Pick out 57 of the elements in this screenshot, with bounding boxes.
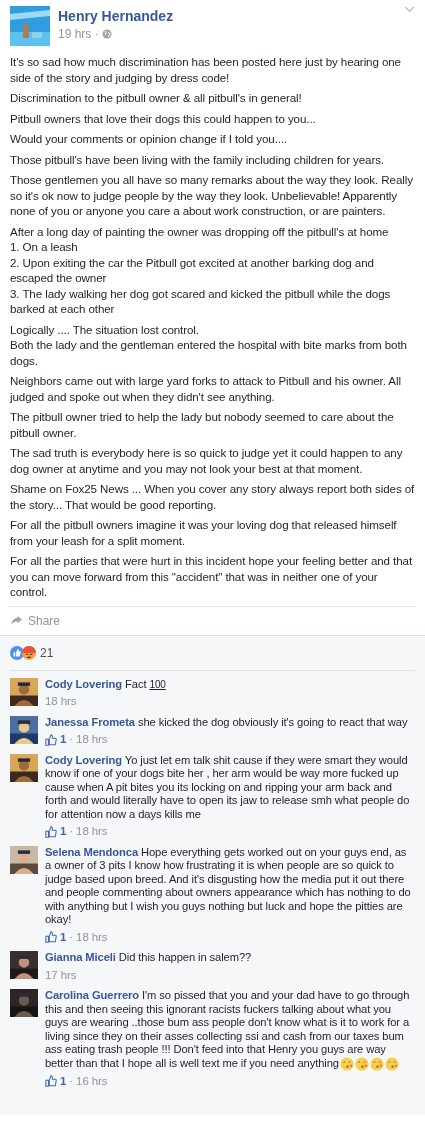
commenter-name[interactable]: Carolina Guerrero	[45, 989, 140, 1001]
post-text: Neighbors came out with large yard forks to attack to Pitbull and his owner. All judged and spoke out when they didn't see anything.	[10, 373, 402, 404]
post-text: Discrimination to the pitbull owner & all pitbull's in general!	[10, 90, 303, 106]
kissing-face-icon	[385, 1056, 399, 1071]
post-text: Shame on Fox25 News ... When you cover any story always report both sides of the story... That would be good reporting.	[10, 481, 415, 512]
post-text: 2. Upon exiting the car the Pitbull got excited at another barking dog and escaped the owner	[10, 254, 375, 286]
post-text: Logically .... The situation lost control.	[10, 321, 200, 337]
comment-text: Janessa Frometa she kicked the dog obviously it's going to react that way	[45, 715, 409, 729]
commenter-name[interactable]: Cody Lovering	[45, 677, 123, 690]
chevron-down-icon[interactable]	[404, 6, 415, 13]
kissing-face-icon	[340, 1056, 354, 1071]
post-time[interactable]: 19 hrs ·	[58, 26, 99, 42]
comment-text: Cody Lovering Yo just let em talk shit cause if they were smart they would know if one of your dogs bite her , her arm would be way more fucked up cause when A pit bites you its locking on and ripping your arm back and forth and would literally have to open its jaw to release smh what people do for attention now a days kills me	[45, 753, 411, 821]
globe-icon	[101, 29, 112, 39]
like-icon	[10, 645, 24, 660]
comment-text: Cody Lovering Fact 100	[45, 677, 167, 691]
comment-time[interactable]: · 18 hrs	[69, 930, 108, 944]
share-icon	[10, 615, 23, 626]
like-count[interactable]: 1	[60, 733, 67, 747]
commenter-name[interactable]: Janessa Frometa	[45, 715, 135, 728]
like-count[interactable]: 1	[60, 930, 67, 944]
post-text: 3. The lady walking her dog got scared and kicked the pitbull while the dogs barked at each other	[10, 285, 392, 317]
commenter-name[interactable]: Gianna Miceli	[45, 951, 116, 963]
thumbs-up-icon	[45, 825, 57, 838]
post-text: For all the parties that were hurt in this incident hope your feeling better and that you can move forward from this "accident" that was in neither one of your control.	[10, 553, 414, 600]
kissing-face-icon	[355, 1056, 369, 1071]
like-count[interactable]: 1	[60, 1074, 67, 1089]
thumbs-up-icon	[45, 733, 57, 746]
share-button[interactable]: Share	[10, 612, 61, 629]
comment-time[interactable]: 18 hrs	[45, 695, 77, 709]
post-text: Both the lady and the gentleman entered the hospital with bite marks from both dogs.	[10, 337, 408, 368]
post-text: For all the pitbull owners imagine it was your loving dog that released himself from your leash for a split moment.	[10, 517, 398, 548]
comment-time[interactable]: 17 hrs	[45, 968, 77, 982]
post-text: The pitbull owner tried to help the lady but nobody seemed to care about the pitbull owner.	[10, 409, 395, 440]
commenter-name[interactable]: Cody Lovering	[45, 753, 123, 766]
comment-text: Carolina Guerrero I'm so pissed that you and your dad have to go through this and then seeing this ignorant racists fuckers talking about what you guys are wearing ..those bum ass people don't know what is it to work for a living since they on their asses collecting ssi and cash from our taxes bum ass eating trash people !!! Don't feed into that Henry you guys are way better than that I hope all is well text me if you need anything	[45, 989, 411, 1071]
post-text: Pitbull owners that love their dogs this could happen to you...	[10, 110, 317, 126]
commenter-name[interactable]: Selena Mendonca	[45, 845, 138, 858]
kissing-face-icon	[370, 1056, 384, 1071]
post-text: Would your comments or opinion change if I told you....	[10, 131, 289, 147]
post-text: The sad truth is everybody here is so quick to judge yet it could happen to any dog owner at anytime and you may not look your best at that moment.	[10, 445, 404, 476]
comment-time[interactable]: · 18 hrs	[69, 733, 108, 747]
post-text: 1. On a leash	[10, 239, 79, 255]
like-count[interactable]: 1	[60, 825, 67, 839]
comment-time[interactable]: · 18 hrs	[69, 825, 108, 839]
thumbs-up-icon	[45, 1075, 57, 1088]
reaction-count[interactable]: 21	[40, 643, 54, 662]
post-text: Those pitbull's have been living with the family including children for years.	[10, 151, 385, 167]
author-name[interactable]: Henry Hernandez	[58, 7, 174, 25]
post-text: It's so sad how much discrimination has been posted here just by hearing one side of the story and judging by dress code!	[10, 54, 402, 85]
thumbs-up-icon	[45, 931, 57, 944]
comment-text: Gianna Miceli Did this happen in salem??	[45, 951, 253, 965]
post-text: After a long day of painting the owner was dropping off the pitbull's at home	[10, 223, 390, 239]
comment-text: Selena Mendonca Hope everything gets worked out on your guys end, as a owner of 3 pits I know how frustrating it is when people are so quick to judge based upon breed. And it's disgusting how the media put it out there and people commenting about owners appearance which has nothing to do with anything but I wish you guys nothing but luck and hope the pitties are okay!	[45, 845, 412, 927]
comment-time[interactable]: · 16 hrs	[69, 1074, 108, 1089]
post-text: Those gentlemen you all have so many remarks about the way they look. Really so it's ok now to judge people by the way they look. Unbelievable! Apparently none of you or anyone you care a about work construction, or are painters.	[10, 172, 414, 219]
angry-face-icon	[22, 645, 36, 660]
